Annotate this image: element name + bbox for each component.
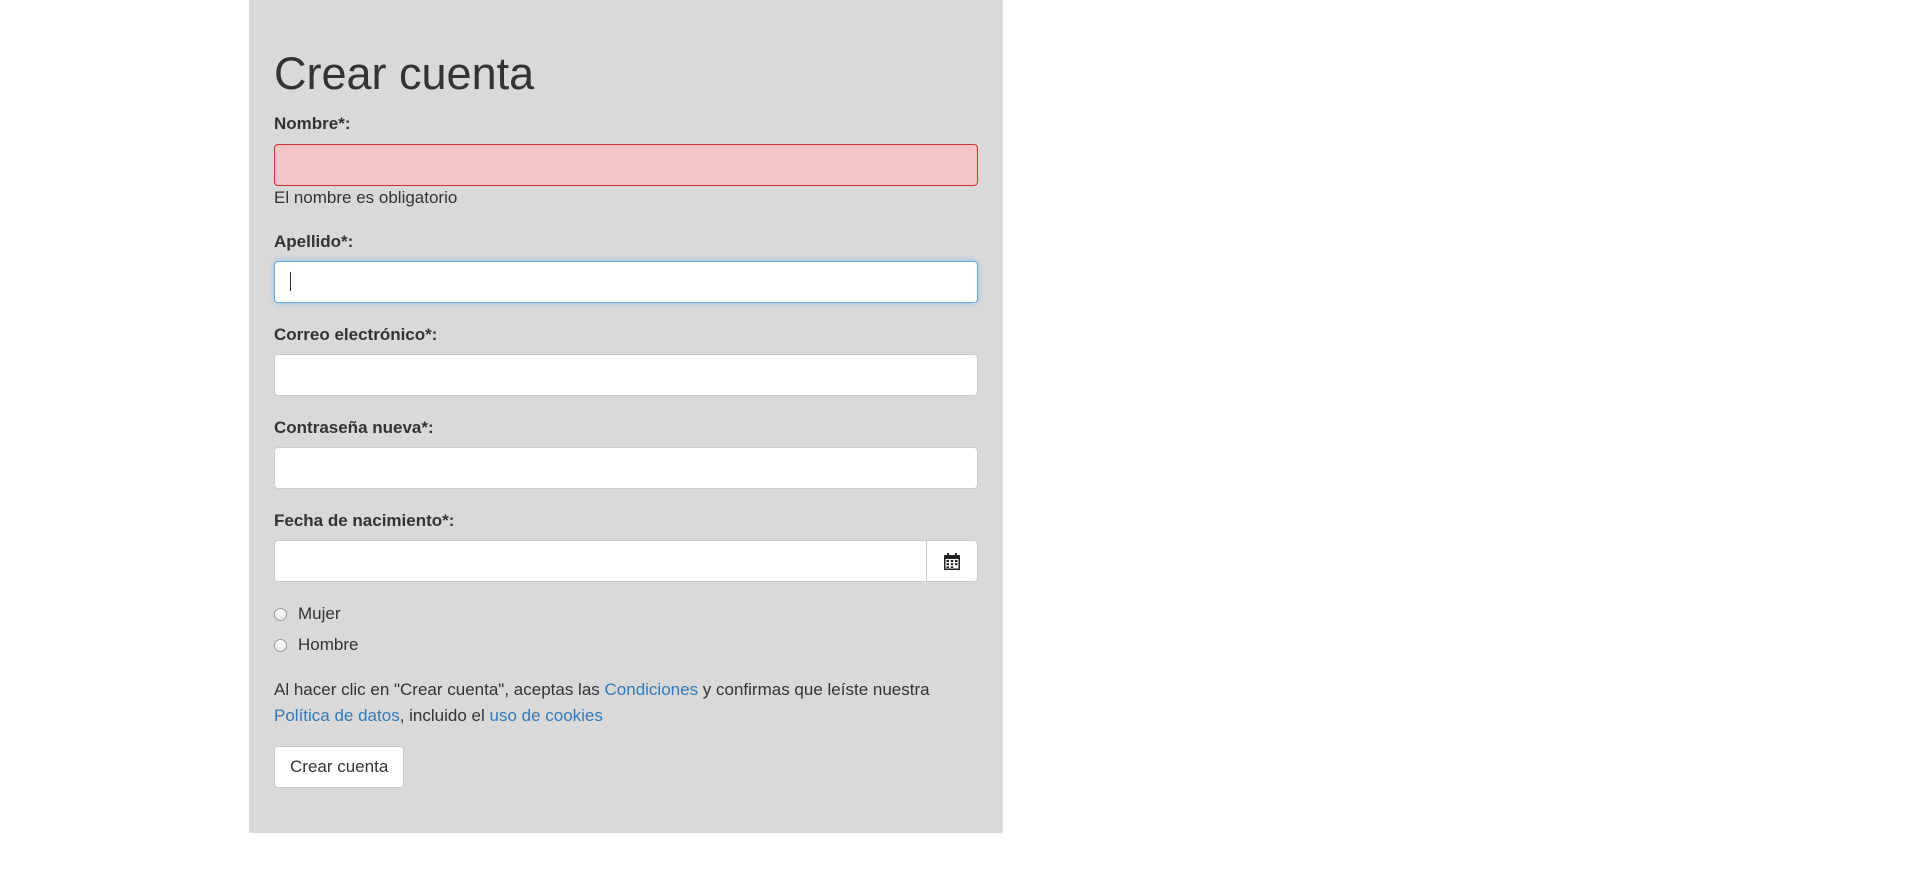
birthdate-input-group <box>274 540 978 582</box>
contrasena-label: Contraseña nueva*: <box>274 418 434 437</box>
email-field[interactable] <box>274 354 978 396</box>
calendar-button[interactable] <box>926 541 977 581</box>
birthdate-field[interactable] <box>275 541 927 581</box>
mujer-radio[interactable] <box>274 607 287 621</box>
nombre-label: Nombre*: <box>274 114 351 133</box>
nombre-error-message: El nombre es obligatorio <box>274 188 458 207</box>
gender-option-mujer[interactable]: Mujer <box>274 604 341 624</box>
text-caret <box>290 272 291 291</box>
calendar-icon <box>944 552 960 570</box>
gender-option-hombre[interactable]: Hombre <box>274 635 358 655</box>
create-account-button[interactable]: Crear cuenta <box>274 746 405 788</box>
apellido-field[interactable] <box>274 261 978 303</box>
terms-text-part-1: Al hacer clic en "Crear cuenta", aceptas… <box>274 680 605 699</box>
signup-panel: Crear cuenta Nombre*: El nombre es oblig… <box>249 0 1003 833</box>
page-title: Crear cuenta <box>274 48 535 99</box>
terms-text: Al hacer clic en "Crear cuenta", aceptas… <box>274 677 978 729</box>
apellido-field-wrapper <box>274 261 978 303</box>
password-field[interactable] <box>274 447 978 489</box>
hombre-radio[interactable] <box>274 638 287 652</box>
correo-label: Correo electrónico*: <box>274 325 438 344</box>
fecha-label: Fecha de nacimiento*: <box>274 511 455 530</box>
terms-text-part-2: y confirmas que leíste nuestra <box>698 680 930 699</box>
conditions-link[interactable]: Condiciones <box>605 680 699 699</box>
data-policy-link[interactable]: Política de datos <box>274 706 400 725</box>
nombre-field[interactable] <box>274 144 978 186</box>
apellido-label: Apellido*: <box>274 232 354 251</box>
terms-text-part-3: , incluido el <box>399 706 490 725</box>
cookies-link[interactable]: uso de cookies <box>489 706 602 725</box>
hombre-label: Hombre <box>298 635 359 654</box>
mujer-label: Mujer <box>298 604 341 623</box>
